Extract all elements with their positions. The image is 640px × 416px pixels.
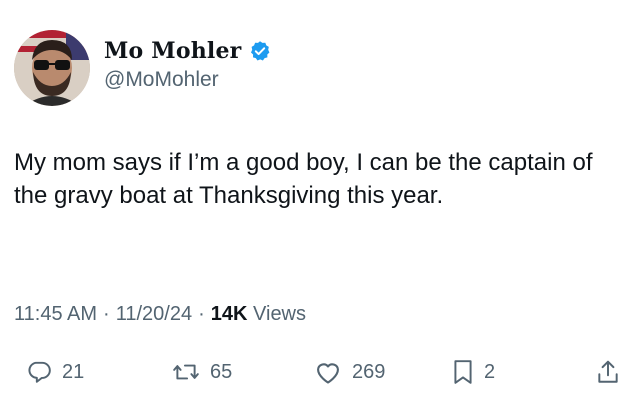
like-button[interactable]: 269 <box>314 354 385 390</box>
avatar[interactable] <box>14 30 90 106</box>
repost-count: 65 <box>210 360 233 383</box>
action-bar: 21 65 269 2 <box>0 354 640 390</box>
share-button[interactable] <box>596 354 620 390</box>
tweet-time[interactable]: 11:45 AM <box>14 303 97 325</box>
heart-icon <box>314 359 342 385</box>
like-count: 269 <box>352 360 386 383</box>
avatar-image <box>14 30 90 106</box>
reply-icon <box>26 359 52 385</box>
bookmark-button[interactable]: 2 <box>452 354 495 390</box>
reply-count: 21 <box>62 360 85 383</box>
user-handle[interactable]: @MoMohler <box>104 68 271 92</box>
share-icon <box>596 359 620 385</box>
verified-badge-icon <box>249 40 271 62</box>
tweet-text: My mom says if I’m a good boy, I can be … <box>14 149 593 209</box>
views-count: 14K <box>210 303 248 325</box>
repost-icon <box>172 359 200 385</box>
author-info: Mo Mohler @MoMohler <box>104 36 271 92</box>
tweet-card: Mo Mohler @MoMohler My mom says if I’m a… <box>0 0 640 416</box>
meta-separator: · <box>103 303 110 325</box>
bookmark-icon <box>452 359 474 385</box>
name-row: Mo Mohler <box>104 36 271 66</box>
tweet-meta: 11:45 AM · 11/20/24 · 14K Views <box>14 303 306 326</box>
repost-button[interactable]: 65 <box>172 354 232 390</box>
views-label: Views <box>253 303 307 325</box>
meta-separator: · <box>198 303 205 325</box>
tweet-date[interactable]: 11/20/24 <box>116 303 192 325</box>
reply-button[interactable]: 21 <box>26 354 84 390</box>
display-name[interactable]: Mo Mohler <box>104 38 241 64</box>
bookmark-count: 2 <box>484 360 496 383</box>
